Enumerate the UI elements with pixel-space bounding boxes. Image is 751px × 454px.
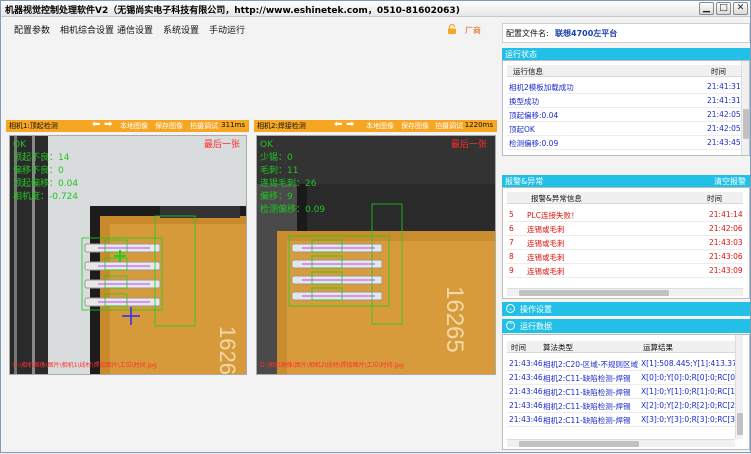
camera1-local-image-button[interactable]: 本地图像	[120, 121, 148, 131]
camera2-file-path: D:\相机图像\图片\相机2\线材\焊接图片\工位\时间.jpg	[260, 362, 404, 369]
svg-text:16265: 16265	[441, 286, 468, 353]
camera1-view[interactable]: 16265 OK 最后一张 顶起不良：14 偏移不良：0 顶起偏移：0.04 相…	[9, 135, 247, 375]
table-row[interactable]: 21:43:46 相机2:C11-缺陷检测-焊锡 X[2]:0;Y[2]:0;R…	[507, 399, 735, 413]
run-status-scrollbar[interactable]	[741, 61, 749, 155]
run-data-table: 时间 算法类型 运算结果 21:43:46 相机2:C20-区域-不规则区域 X…	[502, 334, 750, 450]
camera2-stat-2: 连锡毛刺：26	[260, 179, 317, 189]
alarm-hscrollbar[interactable]	[507, 288, 743, 296]
col-time: 时间	[511, 343, 526, 352]
col-run-info: 运行信息	[513, 67, 543, 76]
menu-system-settings[interactable]: 系统设置	[163, 23, 199, 36]
camera1-header: 相机1:顶起检测 ⬅ ➡ 本地图像 保存图像 拍摄调试 311ms	[6, 119, 249, 132]
camera2-local-image-button[interactable]: 本地图像	[366, 121, 394, 131]
alarm-table: 报警&异常信息 时间 5 PLC连接失败！ 21:41:14 6 连锡或毛刺 2…	[502, 187, 750, 299]
vendor-label: 厂商	[465, 26, 481, 35]
camera1-stat-2: 顶起偏移：0.04	[13, 179, 79, 189]
config-file-row: 配置文件名: 联想4700左平台	[502, 23, 750, 43]
run-data-scrollbar[interactable]	[735, 335, 743, 439]
table-row[interactable]: 顶起OK 21:42:05	[507, 122, 741, 136]
menu-bar: 配置参数 相机综合设置 通信设置 系统设置 手动运行	[1, 18, 500, 38]
table-row[interactable]: 检测偏移:0.09 21:43:45	[507, 136, 741, 150]
camera1-file-path: D:\相机图像\图片\相机1\线材\焊接图片\工位\时间.jpg	[13, 362, 157, 369]
config-file-label: 配置文件名:	[506, 29, 549, 38]
camera2-stat-3: 偏移：9	[260, 192, 293, 202]
next-arrow-icon[interactable]: ➡	[346, 119, 354, 130]
table-row[interactable]: 9 连锡或毛刺 21:43:09	[507, 264, 743, 278]
menu-config-params[interactable]: 配置参数	[14, 23, 50, 36]
camera2-last-label: 最后一张	[450, 140, 487, 150]
table-row[interactable]: 21:43:46 相机2:C11-缺陷检测-焊锡 X[3]:0;Y[3]:0;R…	[507, 413, 735, 427]
window-title: 机器视觉控制处理软件V2（无锡尚实电子科技有限公司，http://www.esh…	[5, 6, 460, 16]
alarm-title: 报警&异常	[505, 177, 544, 186]
title-bar: 机器视觉控制处理软件V2（无锡尚实电子科技有限公司，http://www.esh…	[1, 1, 750, 17]
col-time: 时间	[711, 67, 726, 76]
maximize-button[interactable]: □	[716, 2, 731, 15]
table-row[interactable]: 21:43:46 相机2:C11-缺陷检测-焊锡 X[0]:0;Y[0]:0;R…	[507, 371, 735, 385]
camera1-last-label: 最后一张	[203, 140, 240, 150]
col-alarm-info: 报警&异常信息	[531, 194, 582, 203]
run-status-table: 运行信息 时间 相机2模板加载成功 21:41:31 换型成功 21:41:31…	[502, 60, 750, 156]
run-data-hscrollbar[interactable]	[507, 439, 735, 447]
config-file-value: 联想4700左平台	[555, 29, 618, 38]
camera1-stat-3: 相机度：-0.724	[13, 192, 79, 202]
lock-icon	[448, 24, 456, 34]
camera2-title: 相机2:焊接检测	[257, 122, 306, 130]
op-settings-header[interactable]: ⌄ 操作设置	[502, 302, 750, 316]
camera1-status: OK	[13, 140, 26, 150]
svg-text:16265: 16265	[215, 326, 240, 375]
run-status-table-header: 运行信息 时间	[507, 65, 741, 77]
camera1-title: 相机1:顶起检测	[9, 122, 58, 130]
op-settings-title: 操作设置	[520, 305, 552, 314]
camera2-capture-debug-button[interactable]: 拍摄调试	[435, 121, 463, 131]
table-row[interactable]: 顶起偏移:0.04 21:42:05	[507, 108, 741, 122]
camera2-stat-4: 检测偏移：0.09	[260, 205, 326, 215]
camera2-view[interactable]: 16265 OK 最后一张 少锡：0 毛刺：11 连锡毛刺：26 偏移：9 检测…	[256, 135, 496, 375]
menu-comm-settings[interactable]: 通信设置	[117, 23, 153, 36]
run-data-header[interactable]: ⌃ 运行数据	[502, 319, 750, 333]
col-alarm-time: 时间	[707, 194, 722, 203]
clear-alarm-button[interactable]: 清空报警	[714, 176, 746, 187]
run-data-table-header: 时间 算法类型 运算结果	[507, 341, 735, 353]
table-row[interactable]: 7 连锡或毛刺 21:43:03	[507, 236, 743, 250]
run-status-header: 运行状态	[502, 48, 750, 60]
run-data-title: 运行数据	[520, 322, 552, 331]
run-status-title: 运行状态	[505, 50, 537, 59]
camera1-stat-0: 顶起不良：14	[13, 153, 70, 163]
table-row[interactable]: 换型成功 21:41:31	[507, 94, 741, 108]
table-row[interactable]: 相机2模板加载成功 21:41:31	[507, 80, 741, 94]
next-arrow-icon[interactable]: ➡	[104, 119, 112, 130]
camera2-status: OK	[260, 140, 273, 150]
table-row[interactable]: 21:43:46 相机2:C11-缺陷检测-焊锡 X[1]:0;Y[1]:0;R…	[507, 385, 735, 399]
table-row[interactable]: 6 连锡或毛刺 21:42:06	[507, 222, 743, 236]
camera1-save-image-button[interactable]: 保存图像	[155, 121, 183, 131]
alarm-table-header: 报警&异常信息 时间	[507, 192, 743, 204]
chevron-down-icon: ⌄	[506, 304, 515, 313]
chevron-up-icon: ⌃	[506, 321, 515, 330]
menu-manual-run[interactable]: 手动运行	[209, 23, 245, 36]
close-button[interactable]: ✕	[733, 2, 748, 15]
table-row[interactable]: 21:43:46 相机2:C20-区域-不规则区域 X[1]:508.445;Y…	[507, 357, 735, 371]
minimize-button[interactable]: ▁	[699, 2, 714, 15]
camera1-capture-debug-button[interactable]: 拍摄调试	[190, 121, 218, 131]
camera1-stat-1: 偏移不良：0	[13, 166, 64, 176]
camera2-stat-1: 毛刺：11	[260, 166, 299, 176]
col-result: 运算结果	[643, 343, 673, 352]
app-window: 机器视觉控制处理软件V2（无锡尚实电子科技有限公司，http://www.esh…	[0, 0, 751, 453]
camera1-time: 311ms	[221, 121, 245, 129]
table-row[interactable]: 5 PLC连接失败！ 21:41:14	[507, 208, 743, 222]
right-panel: 配置文件名: 联想4700左平台 运行状态 运行信息 时间 相机2模板加载成功 …	[501, 18, 751, 454]
camera2-stat-0: 少锡：0	[260, 153, 293, 163]
camera2-header: 相机2:焊接检测 ⬅ ➡ 本地图像 保存图像 拍摄调试 1220ms	[254, 119, 497, 132]
prev-arrow-icon[interactable]: ⬅	[92, 119, 100, 130]
camera2-save-image-button[interactable]: 保存图像	[401, 121, 429, 131]
camera2-time: 1220ms	[464, 121, 493, 129]
menu-camera-settings[interactable]: 相机综合设置	[60, 23, 114, 36]
col-algo-type: 算法类型	[543, 343, 573, 352]
prev-arrow-icon[interactable]: ⬅	[334, 119, 342, 130]
alarm-header: 报警&异常 清空报警	[502, 175, 750, 187]
table-row[interactable]: 8 连锡或毛刺 21:43:06	[507, 250, 743, 264]
vendor-lock[interactable]: 厂商	[447, 23, 487, 37]
